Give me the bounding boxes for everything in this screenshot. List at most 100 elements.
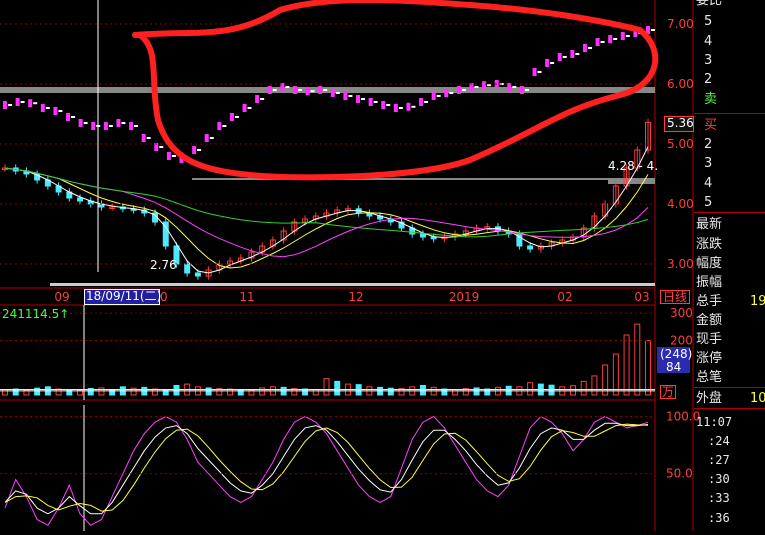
band-dash: [562, 56, 567, 58]
volume-bar: [419, 384, 426, 396]
band-dash: [398, 107, 403, 109]
buy-row-3: 3: [704, 156, 713, 171]
band-mark: [582, 44, 587, 52]
band-mark: [431, 92, 436, 100]
time-row-3: :27: [708, 453, 730, 467]
candle-body: [194, 272, 201, 277]
volume-bar: [237, 389, 244, 396]
stat-label-current-hand: 现手: [696, 332, 723, 347]
band-dash: [461, 89, 466, 91]
osc-series-line: [4, 415, 649, 526]
buy-label: 买: [704, 118, 718, 133]
band-dash: [587, 47, 592, 49]
volume-bar: [98, 387, 105, 396]
current-price-label: 5.36: [667, 116, 694, 130]
band-mark: [406, 102, 411, 111]
time-row-6: :36: [708, 511, 730, 525]
sell-row-3: 3: [704, 53, 713, 68]
band-dash: [20, 101, 25, 103]
price-tick-label: 4.00: [667, 197, 694, 211]
band-dash: [222, 125, 227, 127]
scroll-strip[interactable]: [50, 283, 655, 286]
band-dash: [373, 101, 378, 103]
band-dash: [625, 35, 630, 37]
price-tick-label: 5.00: [667, 137, 694, 151]
outer-value: 10: [750, 391, 765, 406]
band-mark: [103, 122, 108, 130]
stat-label-total-volume: 总手: [696, 294, 723, 309]
band-mark: [318, 86, 323, 94]
band-mark: [419, 98, 424, 106]
volume-bar: [548, 384, 555, 396]
band-dash: [651, 29, 655, 31]
band-mark: [444, 89, 449, 97]
band-dash: [361, 98, 366, 100]
sidebar-divider-1: [694, 113, 765, 114]
band-mark: [482, 81, 487, 90]
sidebar-divider-2: [694, 212, 765, 213]
candle-body: [527, 245, 534, 250]
band-dash: [58, 110, 63, 112]
x-tick-label: 09: [54, 290, 69, 304]
band-dash: [323, 89, 328, 91]
band-mark: [204, 134, 209, 142]
stat-label-limit-up: 涨停: [696, 351, 723, 366]
upper-band-marks: [3, 26, 655, 163]
band-dash: [386, 104, 391, 106]
volume-bar: [259, 387, 266, 396]
band-mark: [305, 87, 310, 96]
gray-band-right: [608, 178, 655, 184]
x-tick-label: 02: [557, 290, 572, 304]
x-tick-label: 12: [348, 290, 363, 304]
band-dash: [436, 95, 441, 97]
band-mark: [519, 86, 524, 94]
band-mark: [116, 119, 121, 127]
band-dash: [348, 95, 353, 97]
sidebar-divider-4: [694, 408, 765, 409]
band-dash: [411, 105, 416, 108]
band-mark: [545, 59, 550, 67]
time-row-4: :30: [708, 472, 730, 486]
order-ratio-label: 委比: [696, 0, 723, 8]
volume-bar: [173, 384, 180, 396]
band-dash: [613, 38, 618, 40]
band-mark: [229, 113, 234, 121]
band-mark: [15, 98, 20, 106]
band-dash: [96, 125, 101, 127]
osc-signal-line: [4, 423, 649, 512]
buy-row-4: 4: [704, 176, 713, 191]
band-dash: [474, 86, 479, 88]
chart-canvas[interactable]: 7.00 6.00 5.00 4.00 3.00 09 10 11 12 2019 02 03 300 2…: [0, 0, 765, 531]
band-dash: [209, 137, 214, 139]
band-dash: [234, 116, 239, 118]
band-dash: [272, 89, 277, 91]
volume-bar: [591, 375, 598, 396]
band-mark: [267, 86, 272, 94]
band-dash: [83, 122, 88, 124]
high-price-label: 4.28 - 4.: [608, 159, 659, 173]
sidebar-divider-3: [694, 387, 765, 388]
candle-body: [77, 197, 84, 202]
volume-bar: [569, 385, 576, 396]
price-tick-label: 6.00: [667, 77, 694, 91]
period-label[interactable]: 日线: [660, 290, 691, 304]
band-dash: [550, 62, 555, 64]
volume-bar: [162, 389, 169, 396]
cursor-date-label: 18/09/11(二): [86, 289, 162, 303]
stat-label-amount: 金额: [696, 313, 723, 328]
band-mark: [28, 99, 33, 108]
band-mark: [608, 35, 613, 43]
volume-bar: [323, 378, 330, 396]
band-mark: [217, 122, 222, 130]
time-row-2: :24: [708, 434, 730, 448]
price-tick-label: 3.00: [667, 257, 694, 271]
candle-body: [430, 236, 437, 240]
volume-tick-label: 300: [670, 306, 693, 320]
volume-bar: [334, 380, 341, 396]
volume-header-value: 241114.5↑: [2, 307, 70, 321]
sell-label: 卖: [704, 92, 718, 107]
band-mark: [595, 38, 600, 46]
price-candles: [2, 118, 651, 280]
time-row-1: 11:07: [696, 415, 733, 429]
stat-label-latest: 最新: [696, 217, 723, 232]
